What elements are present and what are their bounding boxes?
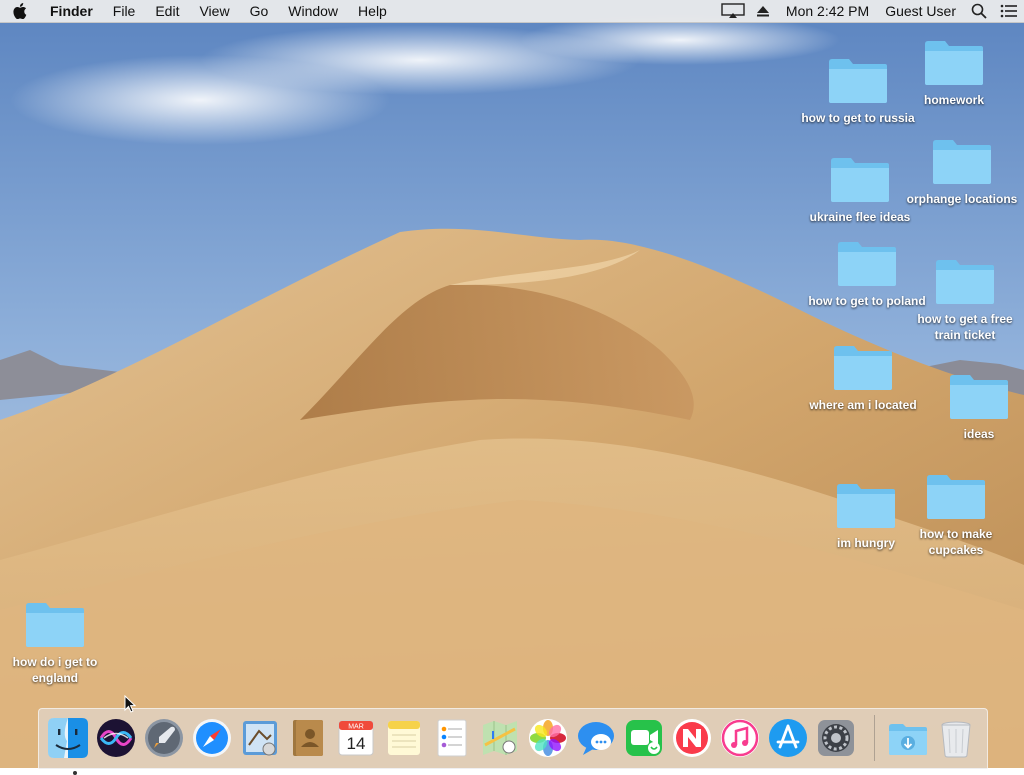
desktop-folder-homework[interactable]: homework xyxy=(899,38,1009,108)
folder-icon xyxy=(927,475,985,519)
folder-label: how to get to poland xyxy=(808,294,926,308)
folder-label: where am i located xyxy=(809,398,917,412)
folder-label: how to get to russia xyxy=(801,111,915,125)
mail-icon xyxy=(243,721,277,756)
dock-maps[interactable] xyxy=(479,717,521,759)
dock-facetime[interactable] xyxy=(623,717,665,759)
dock-finder[interactable] xyxy=(47,717,89,775)
desktop-folder-where-am-i-located[interactable]: where am i located xyxy=(808,343,918,413)
folder-icon xyxy=(834,346,892,390)
folder-icon xyxy=(26,603,84,647)
dock-launchpad[interactable] xyxy=(143,717,185,759)
dock-mail[interactable] xyxy=(239,717,281,759)
contacts-icon xyxy=(293,720,323,756)
folder-label: orphange locations xyxy=(906,192,1018,206)
apple-menu-icon[interactable] xyxy=(0,0,40,22)
dock-siri[interactable] xyxy=(95,717,137,759)
desktop-folder-free-train-ticket[interactable]: how to get a free train ticket xyxy=(910,257,1020,343)
menu-bar: Finder File Edit View Go Window Help Mon… xyxy=(0,0,1024,23)
dock-downloads[interactable] xyxy=(887,717,929,759)
folder-icon xyxy=(838,242,896,286)
maps-icon xyxy=(483,721,517,755)
menu-window[interactable]: Window xyxy=(278,0,348,22)
folder-label: im hungry xyxy=(836,536,895,550)
folder-icon xyxy=(925,41,983,85)
dock-news[interactable] xyxy=(671,717,713,759)
dock: MAR 14 xyxy=(38,708,988,775)
folder-label: how to get a free train ticket xyxy=(917,312,1013,342)
folder-icon xyxy=(950,375,1008,419)
launchpad-icon xyxy=(145,719,183,757)
desktop-folder-england[interactable]: how do i get to england xyxy=(0,600,110,686)
reminders-icon xyxy=(437,719,467,757)
airplay-display-icon[interactable] xyxy=(718,0,748,22)
trash-icon xyxy=(941,721,971,758)
menu-help[interactable]: Help xyxy=(348,0,397,22)
dock-contacts[interactable] xyxy=(287,717,329,759)
mouse-cursor-icon xyxy=(124,695,136,713)
desktop-folder-im-hungry[interactable]: im hungry xyxy=(811,481,921,551)
desktop-folder-russia[interactable]: how to get to russia xyxy=(801,56,915,126)
desktop-folder-orphange-locations[interactable]: orphange locations xyxy=(907,137,1017,207)
notification-center-icon[interactable] xyxy=(994,0,1024,22)
calendar-day: 14 xyxy=(347,734,366,753)
eject-icon[interactable] xyxy=(748,0,778,22)
dock-system-preferences[interactable] xyxy=(815,717,857,759)
calendar-icon: MAR 14 xyxy=(338,720,374,756)
running-indicator xyxy=(73,771,77,775)
folder-icon xyxy=(837,484,895,528)
dock-app-store[interactable] xyxy=(767,717,809,759)
menu-user[interactable]: Guest User xyxy=(877,0,964,22)
folder-label: ideas xyxy=(963,427,995,441)
desktop-folder-ukraine-flee-ideas[interactable]: ukraine flee ideas xyxy=(805,155,915,225)
menu-file[interactable]: File xyxy=(103,0,146,22)
dock-calendar[interactable]: MAR 14 xyxy=(335,717,377,759)
downloads-folder-icon xyxy=(889,724,927,755)
folder-icon xyxy=(829,59,887,103)
menu-edit[interactable]: Edit xyxy=(145,0,189,22)
news-icon xyxy=(673,719,711,757)
folder-icon xyxy=(831,158,889,202)
folder-label: ukraine flee ideas xyxy=(809,210,911,224)
desktop-folder-ideas[interactable]: ideas xyxy=(924,372,1024,442)
dock-safari[interactable] xyxy=(191,717,233,759)
menu-go[interactable]: Go xyxy=(240,0,279,22)
safari-icon xyxy=(193,719,231,757)
menu-clock[interactable]: Mon 2:42 PM xyxy=(778,0,877,22)
system-preferences-icon xyxy=(818,720,854,756)
menu-view[interactable]: View xyxy=(189,0,239,22)
menu-app-name[interactable]: Finder xyxy=(40,0,103,22)
dock-notes[interactable] xyxy=(383,717,425,759)
folder-icon xyxy=(933,140,991,184)
itunes-icon xyxy=(721,719,759,757)
app-store-icon xyxy=(769,719,807,757)
dock-reminders[interactable] xyxy=(431,717,473,759)
finder-icon xyxy=(48,718,88,758)
dock-separator xyxy=(874,715,875,761)
spotlight-search-icon[interactable] xyxy=(964,0,994,22)
notes-icon xyxy=(388,721,420,755)
dock-itunes[interactable] xyxy=(719,717,761,759)
photos-icon xyxy=(529,719,567,757)
messages-icon xyxy=(578,722,614,755)
facetime-icon xyxy=(626,720,662,756)
calendar-month: MAR xyxy=(348,724,364,731)
siri-icon xyxy=(97,719,135,757)
dock-photos[interactable] xyxy=(527,717,569,759)
folder-label: how do i get to england xyxy=(12,655,98,685)
dock-trash[interactable] xyxy=(935,717,977,759)
folder-icon xyxy=(936,260,994,304)
desktop-folder-poland[interactable]: how to get to poland xyxy=(808,239,926,309)
dock-messages[interactable] xyxy=(575,717,617,759)
